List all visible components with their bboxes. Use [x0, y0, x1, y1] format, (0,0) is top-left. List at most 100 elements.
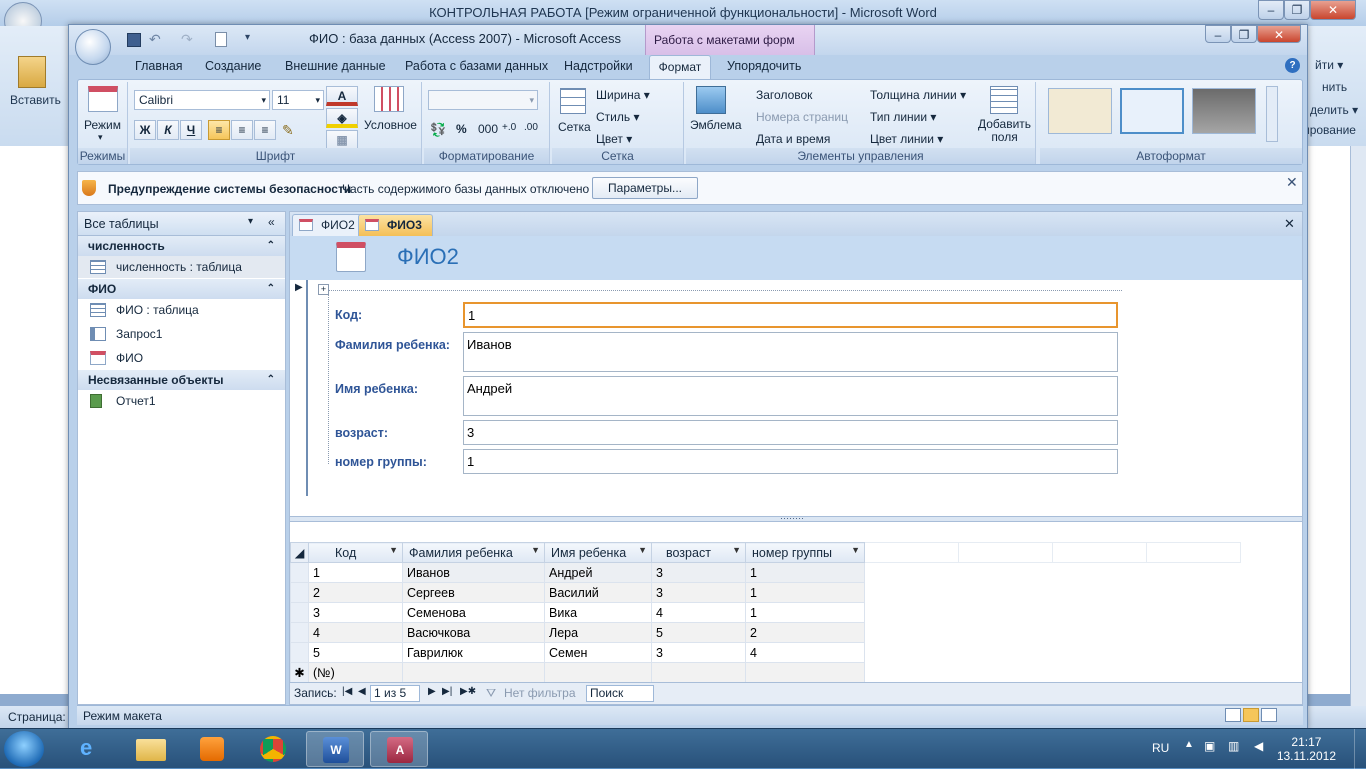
- add-fields-button[interactable]: Добавить поля: [978, 118, 1031, 144]
- chevron-down-icon[interactable]: ▾: [248, 216, 253, 227]
- nav-group-fio[interactable]: ФИО ⌃: [78, 279, 285, 299]
- table-cell[interactable]: 1: [745, 602, 865, 623]
- line-thickness-button[interactable]: Толщина линии ▾: [870, 88, 966, 102]
- table-cell[interactable]: Вика: [544, 602, 652, 623]
- field-age[interactable]: 3: [463, 420, 1118, 445]
- table-row[interactable]: 2 Сергеев Василий 3 1: [290, 582, 1241, 603]
- form-view-icon[interactable]: [1225, 708, 1241, 722]
- clock[interactable]: 21:17 13.11.2012: [1277, 735, 1336, 763]
- increase-decimals-icon[interactable]: +.0: [502, 122, 516, 133]
- table-cell[interactable]: 5: [651, 622, 746, 643]
- chevron-down-icon[interactable]: ▼: [851, 545, 860, 555]
- undo-icon[interactable]: ↶: [149, 31, 161, 48]
- first-record-icon[interactable]: |◀: [342, 686, 352, 697]
- nav-group-numbers[interactable]: численность ⌃: [78, 236, 285, 256]
- qat-customize-icon[interactable]: ▾: [245, 32, 250, 43]
- row-selector[interactable]: [290, 582, 309, 603]
- autoformat-swatch-3[interactable]: [1192, 88, 1256, 134]
- field-group[interactable]: 1: [463, 449, 1118, 474]
- alt-fill-color-button[interactable]: ▦: [326, 130, 358, 150]
- new-record-nav-icon[interactable]: ▶✱: [460, 686, 476, 697]
- word-right-label-2[interactable]: нить: [1322, 80, 1347, 94]
- word-right-label-1[interactable]: йти ▾: [1315, 58, 1343, 72]
- design-view-icon[interactable]: [1261, 708, 1277, 722]
- close-icon[interactable]: ✕: [1284, 216, 1295, 232]
- table-cell[interactable]: 1: [745, 562, 865, 583]
- search-input[interactable]: Поиск: [586, 685, 654, 702]
- column-header-group[interactable]: номер группы ▼: [745, 542, 865, 563]
- font-color-button[interactable]: A: [326, 86, 358, 106]
- collapse-icon[interactable]: ⌃: [267, 236, 275, 256]
- gridlines-button[interactable]: Сетка: [558, 120, 591, 134]
- font-size-select[interactable]: 11 ▾: [272, 90, 324, 110]
- table-row[interactable]: 4 Васючкова Лера 5 2: [290, 622, 1241, 643]
- autoformat-swatch-2[interactable]: [1120, 88, 1184, 134]
- table-cell[interactable]: 3: [651, 642, 746, 663]
- row-selector[interactable]: [290, 642, 309, 663]
- title-button[interactable]: Заголовок: [756, 88, 812, 102]
- word-right-label-3[interactable]: делить ▾: [1310, 103, 1358, 117]
- record-selector[interactable]: ▶: [290, 280, 308, 496]
- last-record-icon[interactable]: ▶|: [442, 686, 452, 697]
- media-player-icon[interactable]: [182, 731, 240, 767]
- doc-tab-fio3[interactable]: ФИО3: [358, 214, 433, 236]
- line-type-button[interactable]: Тип линии ▾: [870, 110, 936, 124]
- nav-item-numbers-table[interactable]: численность : таблица: [78, 256, 285, 278]
- security-options-button[interactable]: Параметры...: [592, 177, 698, 199]
- tray-volume-icon[interactable]: ◀: [1254, 739, 1263, 753]
- page-numbers-button[interactable]: Номера страниц: [756, 110, 848, 124]
- autoformat-swatch-1[interactable]: [1048, 88, 1112, 134]
- nav-item-fio-table[interactable]: ФИО : таблица: [78, 299, 285, 321]
- next-record-icon[interactable]: ▶: [428, 686, 436, 697]
- save-icon[interactable]: [127, 33, 141, 47]
- tray-arrow-icon[interactable]: ▲: [1184, 739, 1194, 750]
- view-mode-icon[interactable]: [88, 86, 118, 112]
- field-name[interactable]: Андрей: [463, 376, 1118, 416]
- line-color-button[interactable]: Цвет линии ▾: [870, 132, 943, 146]
- table-cell[interactable]: 2: [308, 582, 403, 603]
- filter-icon[interactable]: ⛛: [486, 686, 496, 701]
- nav-item-report[interactable]: Отчет1: [78, 390, 285, 412]
- chevron-down-icon[interactable]: ▼: [638, 545, 647, 555]
- gridlines-color[interactable]: Цвет ▾: [596, 132, 632, 146]
- table-cell[interactable]: 1: [745, 582, 865, 603]
- table-cell[interactable]: 3: [308, 602, 403, 623]
- layout-view-icon[interactable]: [1243, 708, 1259, 722]
- word-minimize-button[interactable]: –: [1258, 0, 1284, 20]
- tab-create[interactable]: Создание: [205, 59, 261, 73]
- language-indicator[interactable]: RU: [1152, 741, 1169, 755]
- field-surname[interactable]: Иванов: [463, 332, 1118, 372]
- italic-button[interactable]: К: [157, 120, 179, 140]
- table-row[interactable]: 1 Иванов Андрей 3 1: [290, 562, 1241, 583]
- conditional-format-icon[interactable]: [374, 86, 404, 112]
- currency-icon[interactable]: 💱: [430, 122, 446, 138]
- access-minimize-button[interactable]: –: [1205, 25, 1231, 43]
- tab-database-tools[interactable]: Работа с базами данных: [405, 59, 548, 73]
- record-position-input[interactable]: 1 из 5: [370, 685, 420, 702]
- new-doc-icon[interactable]: [215, 32, 227, 47]
- chevron-down-icon[interactable]: ▼: [531, 545, 540, 555]
- table-cell[interactable]: Иванов: [402, 562, 545, 583]
- table-cell[interactable]: Сергеев: [402, 582, 545, 603]
- tray-device-icon[interactable]: ▣: [1204, 739, 1215, 753]
- paste-label[interactable]: Вставить: [10, 93, 61, 107]
- table-row[interactable]: 3 Семенова Вика 4 1: [290, 602, 1241, 623]
- add-fields-icon[interactable]: [990, 86, 1018, 114]
- table-cell[interactable]: Семен: [544, 642, 652, 663]
- no-filter-button[interactable]: Нет фильтра: [504, 686, 576, 700]
- table-cell[interactable]: Васючкова: [402, 622, 545, 643]
- view-mode-button[interactable]: Режим: [84, 118, 121, 132]
- logo-icon[interactable]: [696, 86, 726, 114]
- date-time-button[interactable]: Дата и время: [756, 132, 830, 146]
- column-header-name[interactable]: Имя ребенка ▼: [544, 542, 652, 563]
- chevron-down-icon[interactable]: ▼: [389, 545, 398, 555]
- table-cell[interactable]: Василий: [544, 582, 652, 603]
- table-cell[interactable]: 4: [308, 622, 403, 643]
- split-form-divider[interactable]: ········: [290, 513, 1302, 523]
- table-cell[interactable]: [402, 662, 545, 683]
- nav-group-unrelated[interactable]: Несвязанные объекты ⌃: [78, 370, 285, 390]
- word-close-button[interactable]: ✕: [1310, 0, 1356, 20]
- word-scrollbar[interactable]: [1350, 146, 1366, 706]
- chrome-icon[interactable]: [244, 731, 302, 767]
- conditional-format-button[interactable]: Условное: [364, 118, 417, 132]
